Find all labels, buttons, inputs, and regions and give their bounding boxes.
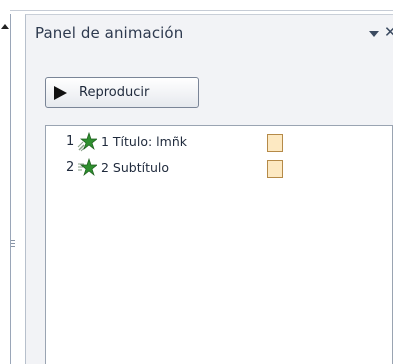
entrance-star-icon: [77, 132, 97, 152]
animation-list[interactable]: 1 1 Título: lmñk 2 2 Subtítulo: [45, 125, 393, 364]
close-icon[interactable]: ✕: [384, 23, 393, 41]
animation-pane: Panel de animación ✕ Reproducir 1 1 Títu…: [25, 14, 393, 364]
ribbon-bottom-edge: [0, 0, 393, 11]
entrance-star-icon: [78, 158, 97, 177]
play-button[interactable]: Reproducir: [45, 77, 199, 108]
animation-order-number: 2: [66, 160, 75, 175]
timing-bar[interactable]: [267, 134, 283, 152]
animation-label: 2 Subtítulo: [101, 160, 170, 175]
animation-label: 1 Título: lmñk: [101, 134, 187, 149]
timing-bar[interactable]: [267, 160, 283, 178]
pane-title: Panel de animación: [35, 24, 184, 42]
list-item[interactable]: 2 2 Subtítulo: [46, 158, 392, 182]
play-button-label: Reproducir: [79, 85, 150, 100]
slide-editor-edge: [0, 0, 10, 364]
play-icon: [54, 85, 67, 100]
pane-splitter-grip-icon[interactable]: [11, 240, 16, 249]
animation-order-number: 1: [66, 134, 75, 149]
powerpoint-window: Panel de animación ✕ Reproducir 1 1 Títu…: [0, 0, 393, 364]
scroll-up-arrow-icon[interactable]: [1, 24, 9, 29]
dropdown-arrow-icon[interactable]: [369, 31, 379, 37]
list-item[interactable]: 1 1 Título: lmñk: [46, 132, 392, 156]
editor-divider: [10, 14, 11, 364]
